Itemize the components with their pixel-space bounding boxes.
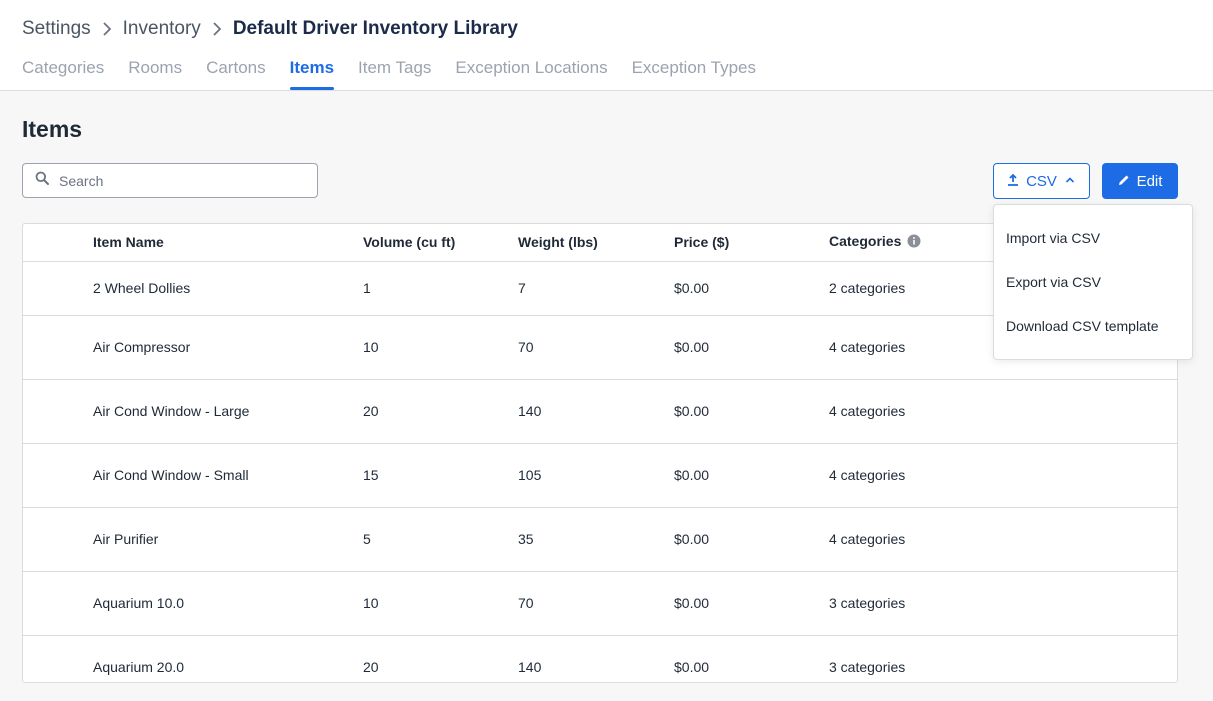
csv-button[interactable]: CSV xyxy=(993,163,1090,199)
cell-volume: 10 xyxy=(363,339,379,355)
column-header-weight[interactable]: Weight (lbs) xyxy=(518,224,674,261)
cell-weight: 140 xyxy=(518,403,542,419)
cell-volume: 15 xyxy=(363,467,379,483)
row-spacer xyxy=(23,507,93,571)
cell-weight: 35 xyxy=(518,531,534,547)
csv-dropdown-menu: Import via CSV Export via CSV Download C… xyxy=(993,204,1193,360)
upload-icon xyxy=(1007,173,1019,190)
chevron-right-icon xyxy=(91,22,123,36)
table-row[interactable]: Air Cond Window - Large 20 140 $0.00 4 c… xyxy=(23,379,1177,443)
cell-price: $0.00 xyxy=(674,531,710,547)
cell-volume: 5 xyxy=(363,531,371,547)
cell-item-name: Aquarium 10.0 xyxy=(93,595,185,611)
cell-categories: 3 categories xyxy=(829,659,906,675)
cell-item-name: Aquarium 20.0 xyxy=(93,659,185,675)
cell-weight: 70 xyxy=(518,595,534,611)
breadcrumb-inventory[interactable]: Inventory xyxy=(123,18,201,40)
table-row[interactable]: Air Cond Window - Small 15 105 $0.00 4 c… xyxy=(23,443,1177,507)
search-icon xyxy=(35,171,49,190)
row-spacer xyxy=(23,443,93,507)
row-spacer xyxy=(23,315,93,379)
cell-volume: 20 xyxy=(363,659,379,675)
table-row[interactable]: Aquarium 20.0 20 140 $0.00 3 categories xyxy=(23,635,1177,682)
cell-price: $0.00 xyxy=(674,467,710,483)
info-icon[interactable] xyxy=(907,234,921,251)
tab-rooms[interactable]: Rooms xyxy=(128,57,182,91)
cell-categories: 4 categories xyxy=(829,531,906,547)
cell-weight: 7 xyxy=(518,280,526,296)
chevron-right-icon xyxy=(201,22,233,36)
cell-price: $0.00 xyxy=(674,403,710,419)
column-header-item-name[interactable]: Item Name xyxy=(93,224,363,261)
pencil-icon xyxy=(1118,173,1130,190)
table-header-spacer xyxy=(23,224,93,261)
tab-item-tags[interactable]: Item Tags xyxy=(358,57,431,91)
tab-exception-types[interactable]: Exception Types xyxy=(632,57,756,91)
cell-price: $0.00 xyxy=(674,280,710,296)
row-spacer xyxy=(23,261,93,315)
tab-bar: Categories Rooms Cartons Items Item Tags… xyxy=(22,57,780,91)
tab-cartons[interactable]: Cartons xyxy=(206,57,266,91)
cell-item-name: Air Purifier xyxy=(93,531,159,547)
row-spacer xyxy=(23,379,93,443)
column-header-categories-label: Categories xyxy=(829,233,902,250)
menu-item-export-csv[interactable]: Export via CSV xyxy=(994,269,1192,313)
csv-button-label: CSV xyxy=(1026,172,1057,190)
cell-volume: 10 xyxy=(363,595,379,611)
cell-price: $0.00 xyxy=(674,595,710,611)
cell-item-name: 2 Wheel Dollies xyxy=(93,280,191,296)
cell-volume: 1 xyxy=(363,280,371,296)
cell-volume: 20 xyxy=(363,403,379,419)
page-title: Items xyxy=(22,116,83,142)
cell-weight: 105 xyxy=(518,467,542,483)
search-box[interactable] xyxy=(22,163,318,198)
cell-price: $0.00 xyxy=(674,339,710,355)
menu-item-import-csv[interactable]: Import via CSV xyxy=(994,225,1192,269)
cell-item-name: Air Compressor xyxy=(93,339,191,355)
cell-item-name: Air Cond Window - Small xyxy=(93,467,249,483)
breadcrumb-current: Default Driver Inventory Library xyxy=(232,18,518,39)
table-row[interactable]: Air Purifier 5 35 $0.00 4 categories xyxy=(23,507,1177,571)
cell-categories: 4 categories xyxy=(829,403,906,419)
edit-button[interactable]: Edit xyxy=(1102,163,1178,199)
edit-button-label: Edit xyxy=(1136,172,1163,190)
menu-item-download-template[interactable]: Download CSV template xyxy=(994,313,1192,357)
column-header-volume[interactable]: Volume (cu ft) xyxy=(363,224,518,261)
tab-exception-locations[interactable]: Exception Locations xyxy=(455,57,607,91)
column-header-price[interactable]: Price ($) xyxy=(674,224,829,261)
row-spacer xyxy=(23,635,93,682)
cell-weight: 140 xyxy=(518,659,542,675)
cell-item-name: Air Cond Window - Large xyxy=(93,403,250,419)
table-row[interactable]: Aquarium 10.0 10 70 $0.00 3 categories xyxy=(23,571,1177,635)
tab-items[interactable]: Items xyxy=(289,57,335,91)
cell-categories: 4 categories xyxy=(829,467,906,483)
search-input[interactable] xyxy=(59,172,299,189)
tab-categories[interactable]: Categories xyxy=(22,57,104,91)
chevron-up-icon xyxy=(1064,173,1076,190)
page-header: Settings Inventory Default Driver Invent… xyxy=(0,0,1213,91)
cell-price: $0.00 xyxy=(674,659,710,675)
cell-categories: 3 categories xyxy=(829,595,906,611)
cell-weight: 70 xyxy=(518,339,534,355)
breadcrumb: Settings Inventory Default Driver Invent… xyxy=(22,17,518,41)
breadcrumb-settings[interactable]: Settings xyxy=(22,18,91,40)
row-spacer xyxy=(23,571,93,635)
